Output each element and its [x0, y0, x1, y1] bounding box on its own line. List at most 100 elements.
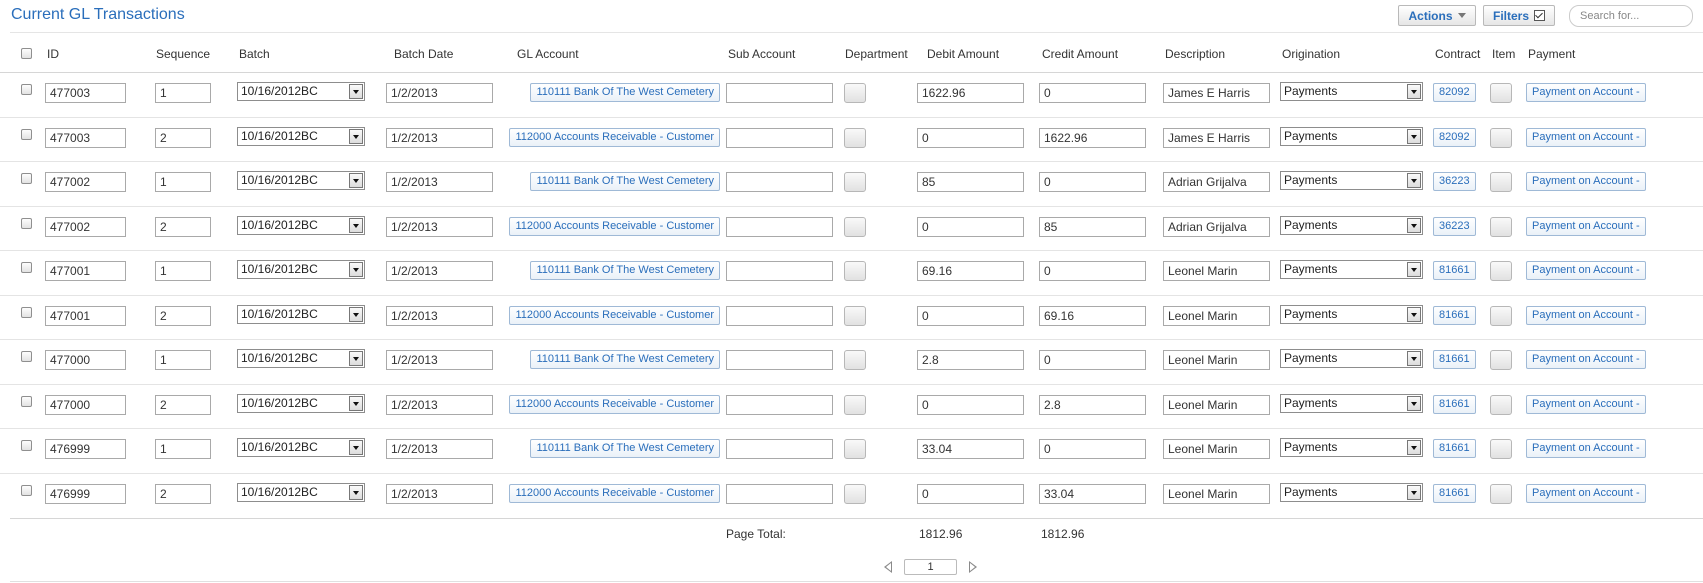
id-field[interactable]	[45, 350, 126, 370]
dropdown-arrow-icon[interactable]	[1407, 395, 1421, 411]
sequence-field[interactable]	[155, 216, 211, 237]
row-checkbox[interactable]	[21, 262, 32, 273]
sequence-field[interactable]	[155, 127, 211, 148]
sub-account-field[interactable]	[726, 394, 833, 415]
contract-button[interactable]: 81661	[1433, 350, 1476, 369]
origination-select[interactable]: Payments	[1280, 260, 1423, 279]
credit-amount-field[interactable]	[1039, 394, 1146, 415]
dropdown-arrow-icon[interactable]	[349, 395, 363, 411]
description-field[interactable]	[1163, 216, 1270, 237]
previous-page-icon[interactable]	[884, 561, 892, 573]
item-button[interactable]	[1490, 172, 1512, 192]
description-field[interactable]	[1163, 127, 1270, 148]
batch-select[interactable]: 10/16/2012BC	[237, 304, 365, 324]
id-field[interactable]	[45, 172, 126, 192]
dropdown-arrow-icon[interactable]	[349, 84, 363, 99]
debit-amount-field[interactable]	[917, 127, 1024, 148]
gl-account-button[interactable]: 112000 Accounts Receivable - Customer	[509, 305, 720, 325]
filters-button[interactable]: Filters	[1483, 5, 1555, 26]
id-field[interactable]	[45, 394, 126, 415]
batch-date-field[interactable]	[386, 83, 493, 103]
sub-account-field[interactable]	[726, 127, 833, 148]
sequence-field[interactable]	[155, 439, 211, 459]
id-field[interactable]	[45, 83, 126, 103]
origination-select[interactable]: Payments	[1280, 215, 1423, 235]
gl-account-button[interactable]: 112000 Accounts Receivable - Customer	[509, 127, 720, 147]
credit-amount-field[interactable]	[1039, 439, 1146, 459]
origination-select[interactable]: Payments	[1280, 393, 1423, 413]
row-checkbox[interactable]	[21, 173, 32, 184]
batch-date-field[interactable]	[386, 305, 493, 326]
sequence-field[interactable]	[155, 350, 211, 370]
sub-account-field[interactable]	[726, 305, 833, 326]
description-field[interactable]	[1163, 483, 1270, 504]
dropdown-arrow-icon[interactable]	[349, 262, 363, 277]
department-button[interactable]	[844, 350, 866, 370]
debit-amount-field[interactable]	[917, 394, 1024, 415]
item-button[interactable]	[1490, 350, 1512, 370]
batch-date-field[interactable]	[386, 483, 493, 504]
payment-button[interactable]: Payment on Account -	[1526, 261, 1646, 280]
contract-button[interactable]: 81661	[1433, 439, 1476, 458]
payment-button[interactable]: Payment on Account -	[1526, 305, 1646, 325]
item-button[interactable]	[1490, 483, 1512, 504]
contract-button[interactable]: 82092	[1433, 127, 1476, 147]
credit-amount-field[interactable]	[1039, 483, 1146, 504]
department-button[interactable]	[844, 216, 866, 237]
row-checkbox[interactable]	[21, 484, 32, 496]
debit-amount-field[interactable]	[917, 83, 1024, 103]
row-checkbox[interactable]	[21, 128, 32, 140]
batch-date-field[interactable]	[386, 216, 493, 237]
payment-button[interactable]: Payment on Account -	[1526, 172, 1646, 191]
debit-amount-field[interactable]	[917, 261, 1024, 281]
dropdown-arrow-icon[interactable]	[349, 440, 363, 455]
debit-amount-field[interactable]	[917, 216, 1024, 237]
batch-select[interactable]: 10/16/2012BC	[237, 171, 365, 190]
department-button[interactable]	[844, 439, 866, 459]
dropdown-arrow-icon[interactable]	[1407, 84, 1421, 99]
credit-amount-field[interactable]	[1039, 305, 1146, 326]
origination-select[interactable]: Payments	[1280, 438, 1423, 457]
batch-select[interactable]: 10/16/2012BC	[237, 438, 365, 457]
batch-select[interactable]: 10/16/2012BC	[237, 482, 365, 502]
batch-date-field[interactable]	[386, 127, 493, 148]
batch-date-field[interactable]	[386, 394, 493, 415]
description-field[interactable]	[1163, 350, 1270, 370]
contract-button[interactable]: 81661	[1433, 483, 1476, 503]
dropdown-arrow-icon[interactable]	[349, 173, 363, 188]
origination-select[interactable]: Payments	[1280, 82, 1423, 101]
batch-select[interactable]: 10/16/2012BC	[237, 349, 365, 368]
batch-select[interactable]: 10/16/2012BC	[237, 126, 365, 146]
row-checkbox[interactable]	[21, 306, 32, 318]
item-button[interactable]	[1490, 127, 1512, 148]
id-field[interactable]	[45, 261, 126, 281]
next-page-icon[interactable]	[969, 561, 977, 573]
debit-amount-field[interactable]	[917, 439, 1024, 459]
debit-amount-field[interactable]	[917, 305, 1024, 326]
batch-select[interactable]: 10/16/2012BC	[237, 82, 365, 101]
credit-amount-field[interactable]	[1039, 261, 1146, 281]
row-checkbox[interactable]	[21, 440, 32, 451]
sub-account-field[interactable]	[726, 350, 833, 370]
sequence-field[interactable]	[155, 305, 211, 326]
row-checkbox[interactable]	[21, 351, 32, 362]
id-field[interactable]	[45, 439, 126, 459]
batch-date-field[interactable]	[386, 172, 493, 192]
id-field[interactable]	[45, 216, 126, 237]
sub-account-field[interactable]	[726, 439, 833, 459]
gl-account-button[interactable]: 112000 Accounts Receivable - Customer	[509, 216, 720, 236]
dropdown-arrow-icon[interactable]	[349, 306, 363, 322]
batch-select[interactable]: 10/16/2012BC	[237, 215, 365, 235]
payment-button[interactable]: Payment on Account -	[1526, 216, 1646, 236]
gl-account-button[interactable]: 110111 Bank Of The West Cemetery	[530, 261, 720, 280]
description-field[interactable]	[1163, 172, 1270, 192]
payment-button[interactable]: Payment on Account -	[1526, 439, 1646, 458]
dropdown-arrow-icon[interactable]	[1407, 128, 1421, 144]
item-button[interactable]	[1490, 439, 1512, 459]
payment-button[interactable]: Payment on Account -	[1526, 127, 1646, 147]
id-field[interactable]	[45, 483, 126, 504]
credit-amount-field[interactable]	[1039, 83, 1146, 103]
origination-select[interactable]: Payments	[1280, 171, 1423, 190]
debit-amount-field[interactable]	[917, 483, 1024, 504]
batch-date-field[interactable]	[386, 350, 493, 370]
